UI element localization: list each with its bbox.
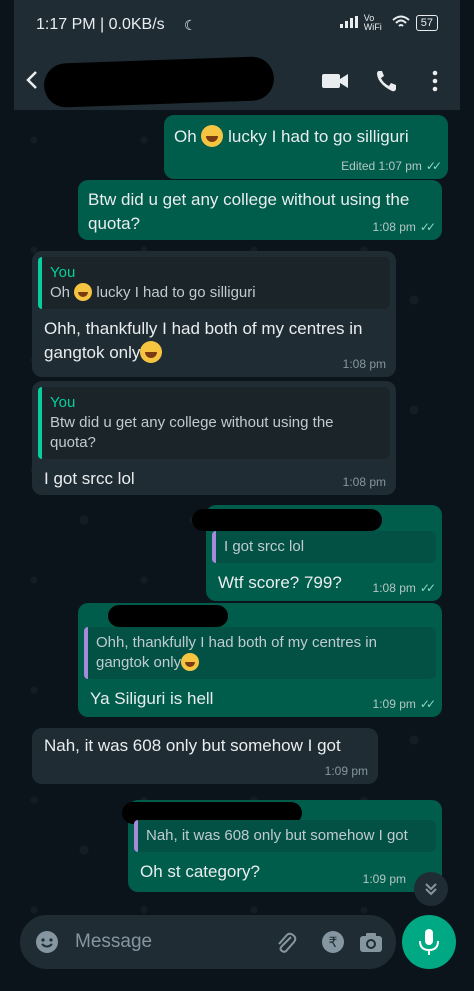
mic-icon — [402, 929, 456, 973]
redacted-sender — [108, 605, 228, 627]
message-text: I got srcc lol — [44, 469, 135, 488]
message-incoming[interactable]: You Btw did u get any college without us… — [32, 381, 396, 495]
wifi-icon — [392, 15, 410, 32]
message-text: Nah, it was 608 only but somehow I got — [44, 736, 341, 755]
read-ticks-icon: ✓✓ — [419, 697, 436, 711]
video-call-icon[interactable] — [320, 66, 350, 96]
message-incoming[interactable]: Nah, it was 608 only but somehow I got 1… — [32, 728, 378, 784]
quote-text: Oh lucky I had to go silliguri — [50, 283, 256, 301]
quoted-message[interactable]: You Oh lucky I had to go silliguri — [38, 257, 390, 309]
laughing-emoji-icon — [140, 341, 163, 363]
message-meta: 1:09 pm — [363, 872, 406, 886]
mic-button[interactable] — [402, 915, 456, 969]
network-label: Vo WiFi — [363, 13, 382, 32]
message-time: 1:09 pm — [372, 697, 416, 711]
message-outgoing[interactable]: Btw did u get any college without using … — [78, 180, 442, 240]
message-outgoing[interactable]: Nah, it was 608 only but somehow I got O… — [122, 800, 442, 892]
message-time: 1:08 pm — [342, 475, 386, 489]
attach-icon[interactable] — [272, 929, 298, 955]
quoted-message[interactable]: Ohh, thankfully I had both of my centres… — [84, 627, 436, 679]
redacted-sender — [192, 509, 382, 531]
quote-text: Nah, it was 608 only but somehow I got — [146, 827, 408, 844]
message-outgoing[interactable]: Oh lucky I had to go silliguri Edited 1:… — [164, 115, 448, 179]
read-ticks-icon: ✓✓ — [425, 159, 442, 173]
battery-level: 57 — [415, 15, 438, 31]
svg-text:₹: ₹ — [329, 935, 338, 951]
laughing-emoji-icon — [74, 283, 93, 301]
read-ticks-icon: ✓✓ — [419, 581, 436, 595]
dnd-icon: ☾ — [184, 17, 197, 33]
message-composer[interactable]: Message ₹ — [20, 915, 396, 969]
message-meta: 1:09 pm ✓✓ — [372, 697, 437, 711]
emoji-icon[interactable] — [34, 929, 60, 955]
signal-icon — [339, 15, 358, 31]
quoted-message[interactable]: Nah, it was 608 only but somehow I got — [134, 820, 436, 852]
back-arrow-icon[interactable] — [22, 68, 42, 92]
message-time: 1:08 pm — [342, 357, 386, 371]
quote-text: Btw did u get any college without using … — [50, 414, 334, 451]
message-time: 1:08 pm — [372, 581, 416, 595]
message-meta: Edited 1:07 pm ✓✓ — [341, 159, 442, 173]
message-input[interactable]: Message — [75, 931, 152, 953]
message-text: Btw did u get any college without using … — [88, 190, 410, 233]
message-incoming[interactable]: You Oh lucky I had to go silliguri Ohh, … — [32, 251, 396, 377]
voice-call-icon[interactable] — [372, 66, 402, 96]
message-meta: 1:08 pm — [343, 357, 386, 371]
quote-author: You — [50, 264, 76, 281]
message-meta: 1:08 pm — [343, 475, 386, 489]
rupee-payment-icon[interactable]: ₹ — [320, 929, 346, 955]
message-outgoing[interactable]: I got srcc lol Wtf score? 799? 1:08 pm ✓… — [192, 505, 442, 601]
message-time: 1:09 pm — [324, 764, 368, 778]
message-text: Ohh, thankfully I had both of my centres… — [44, 319, 363, 363]
status-bar: 1:17 PM | 0.0KB/s ☾ Vo WiFi 57 — [14, 0, 460, 52]
scroll-down-icon[interactable] — [414, 872, 448, 906]
contact-name-redacted[interactable] — [43, 55, 275, 109]
more-options-icon[interactable] — [420, 66, 450, 96]
message-meta: 1:08 pm ✓✓ — [372, 220, 437, 234]
quote-text: I got srcc lol — [224, 538, 305, 555]
message-outgoing[interactable]: Ohh, thankfully I had both of my centres… — [78, 603, 442, 717]
message-time: 1:08 pm — [372, 220, 416, 234]
message-time: Edited 1:07 pm — [341, 159, 422, 173]
quoted-message[interactable]: You Btw did u get any college without us… — [38, 387, 390, 459]
quoted-message[interactable]: I got srcc lol — [212, 531, 436, 563]
message-time: 1:09 pm — [362, 872, 406, 886]
chat-header — [14, 52, 460, 110]
status-time: 1:17 PM | 0.0KB/s — [36, 16, 165, 33]
message-meta: 1:08 pm ✓✓ — [372, 581, 437, 595]
quote-text: Ohh, thankfully I had both of my centres… — [96, 634, 377, 671]
read-ticks-icon: ✓✓ — [419, 220, 436, 234]
laughing-emoji-icon — [201, 125, 224, 147]
camera-icon[interactable] — [358, 929, 384, 955]
message-text: Oh lucky I had to go silliguri — [174, 125, 409, 147]
quote-author: You — [50, 394, 76, 411]
laughing-emoji-icon — [181, 653, 200, 671]
whatsapp-screen: 1:17 PM | 0.0KB/s ☾ Vo WiFi 57 Oh lucky … — [14, 0, 460, 991]
message-meta: 1:09 pm — [325, 764, 368, 778]
